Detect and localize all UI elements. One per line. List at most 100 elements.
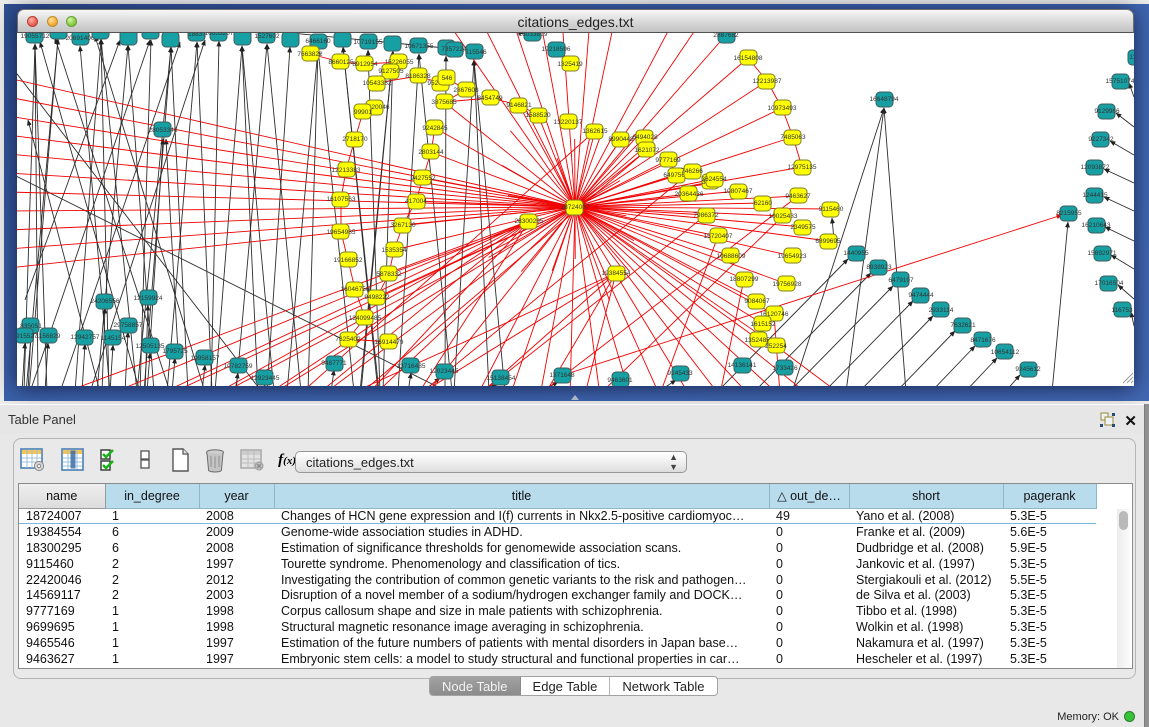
svg-text:2887682: 2887682 [713, 33, 739, 39]
svg-text:10719155: 10719155 [354, 39, 383, 46]
svg-text:9245612: 9245612 [1015, 366, 1041, 373]
svg-text:29758857: 29758857 [114, 322, 143, 329]
svg-text:10688609: 10688609 [717, 253, 746, 260]
svg-text:10958157: 10958157 [191, 355, 220, 362]
svg-text:8471676: 8471676 [970, 337, 996, 344]
svg-text:10807467: 10807467 [724, 188, 753, 195]
svg-text:16648794: 16648794 [870, 96, 899, 103]
svg-text:9115460: 9115460 [819, 206, 844, 213]
svg-text:8454749: 8454749 [477, 95, 503, 102]
svg-text:7485063: 7485063 [780, 134, 806, 141]
svg-text:14136141: 14136141 [728, 362, 757, 369]
svg-text:10671355: 10671355 [405, 43, 434, 50]
svg-text:12213987: 12213987 [753, 78, 782, 85]
svg-text:8912954: 8912954 [352, 61, 378, 68]
svg-text:19166852: 19166852 [334, 257, 363, 264]
svg-text:6494028: 6494028 [632, 134, 658, 141]
svg-text:18807299: 18807299 [730, 276, 759, 283]
svg-text:19218596: 19218596 [542, 46, 571, 53]
svg-text:16914479: 16914479 [375, 339, 404, 346]
svg-text:15138454: 15138454 [487, 375, 516, 382]
svg-text:8660125: 8660125 [328, 59, 354, 66]
svg-text:19384554: 19384554 [602, 270, 631, 277]
svg-text:1244415: 1244415 [1082, 192, 1108, 199]
svg-text:546: 546 [442, 75, 453, 82]
svg-text:1795725: 1795725 [162, 348, 188, 355]
svg-text:6899695: 6899695 [815, 238, 841, 245]
svg-text:5878332: 5878332 [376, 271, 402, 278]
svg-text:24206556: 24206556 [91, 298, 120, 305]
svg-text:252254: 252254 [765, 343, 787, 350]
svg-text:12159924: 12159924 [134, 295, 163, 302]
svg-text:9474444: 9474444 [908, 292, 934, 299]
svg-text:7357224: 7357224 [441, 46, 467, 53]
svg-text:1325419: 1325419 [557, 61, 583, 68]
svg-text:7632621: 7632621 [950, 322, 976, 329]
svg-text:12023445: 12023445 [430, 368, 459, 375]
svg-text:62160: 62160 [754, 200, 772, 207]
svg-text:28053346: 28053346 [149, 127, 178, 134]
svg-text:10782759: 10782759 [224, 363, 253, 370]
svg-text:1621072: 1621072 [634, 147, 660, 154]
svg-text:20364436: 20364436 [675, 191, 704, 198]
svg-text:12923445: 12923445 [251, 375, 280, 382]
svg-text:17016504: 17016504 [1095, 280, 1124, 287]
svg-text:1440955: 1440955 [843, 250, 869, 257]
svg-text:10973493: 10973493 [768, 105, 797, 112]
svg-text:124099485: 124099485 [349, 315, 382, 322]
svg-text:8990448: 8990448 [608, 136, 634, 143]
svg-text:3875685: 3875685 [431, 99, 457, 106]
svg-text:417004: 417004 [405, 198, 427, 205]
svg-text:12942757: 12942757 [71, 334, 100, 341]
svg-text:7663822: 7663822 [297, 51, 323, 58]
svg-text:9129966: 9129966 [1094, 108, 1120, 115]
svg-text:9427552: 9427552 [410, 175, 436, 182]
svg-text:16107563: 16107563 [327, 196, 356, 203]
svg-text:8186328: 8186328 [405, 73, 431, 80]
svg-text:9498222: 9498222 [364, 294, 390, 301]
svg-text:12975135: 12975135 [788, 164, 817, 171]
svg-text:9127505: 9127505 [378, 68, 404, 75]
svg-text:10654112: 10654112 [991, 349, 1020, 356]
svg-text:7625402: 7625402 [335, 336, 361, 343]
svg-text:20691406: 20691406 [66, 35, 95, 42]
svg-text:1527602: 1527602 [254, 33, 280, 40]
svg-text:2867608: 2867608 [453, 87, 479, 94]
svg-text:2349575: 2349575 [790, 224, 816, 231]
svg-text:16046756: 16046756 [341, 286, 370, 293]
svg-text:19654985: 19654985 [327, 229, 356, 236]
svg-text:3267130: 3267130 [390, 222, 416, 229]
svg-text:9084067: 9084067 [744, 298, 770, 305]
svg-text:16210643: 16210643 [1082, 222, 1111, 229]
svg-text:19756928: 19756928 [773, 281, 802, 288]
svg-text:9227342: 9227342 [1088, 136, 1114, 143]
svg-text:1145154: 1145154 [101, 335, 126, 342]
svg-text:9245433: 9245433 [667, 370, 693, 377]
svg-text:2803144: 2803144 [418, 149, 444, 156]
svg-text:1733426: 1733426 [772, 365, 798, 372]
svg-text:1117: 1117 [1129, 54, 1134, 61]
svg-text:12093872: 12093872 [1081, 164, 1110, 171]
svg-text:9487771: 9487771 [321, 360, 347, 367]
svg-text:12213383: 12213383 [332, 167, 361, 174]
svg-text:28300295: 28300295 [515, 218, 544, 225]
svg-text:13220137: 13220137 [554, 119, 583, 126]
svg-text:1588520: 1588520 [525, 112, 551, 119]
svg-text:9242845: 9242845 [422, 125, 448, 132]
svg-text:16033809: 16033809 [519, 33, 548, 38]
svg-text:7986372: 7986372 [693, 212, 719, 219]
svg-text:9463601: 9463601 [607, 377, 633, 384]
svg-text:9777169: 9777169 [655, 157, 681, 164]
svg-text:2718170: 2718170 [342, 136, 368, 143]
svg-text:1362615: 1362615 [582, 128, 608, 135]
svg-text:3624554: 3624554 [701, 176, 727, 183]
svg-text:1535354: 1535354 [381, 247, 407, 254]
svg-text:8938923: 8938923 [866, 264, 892, 271]
svg-text:2933114: 2933114 [929, 307, 954, 314]
svg-text:12505135: 12505135 [136, 343, 165, 350]
svg-text:15692971: 15692971 [1088, 250, 1117, 257]
svg-text:15720407: 15720407 [704, 233, 733, 240]
svg-text:10025433: 10025433 [769, 213, 798, 220]
svg-text:19654923: 19654923 [778, 253, 807, 260]
svg-text:1615152: 1615152 [750, 321, 776, 328]
